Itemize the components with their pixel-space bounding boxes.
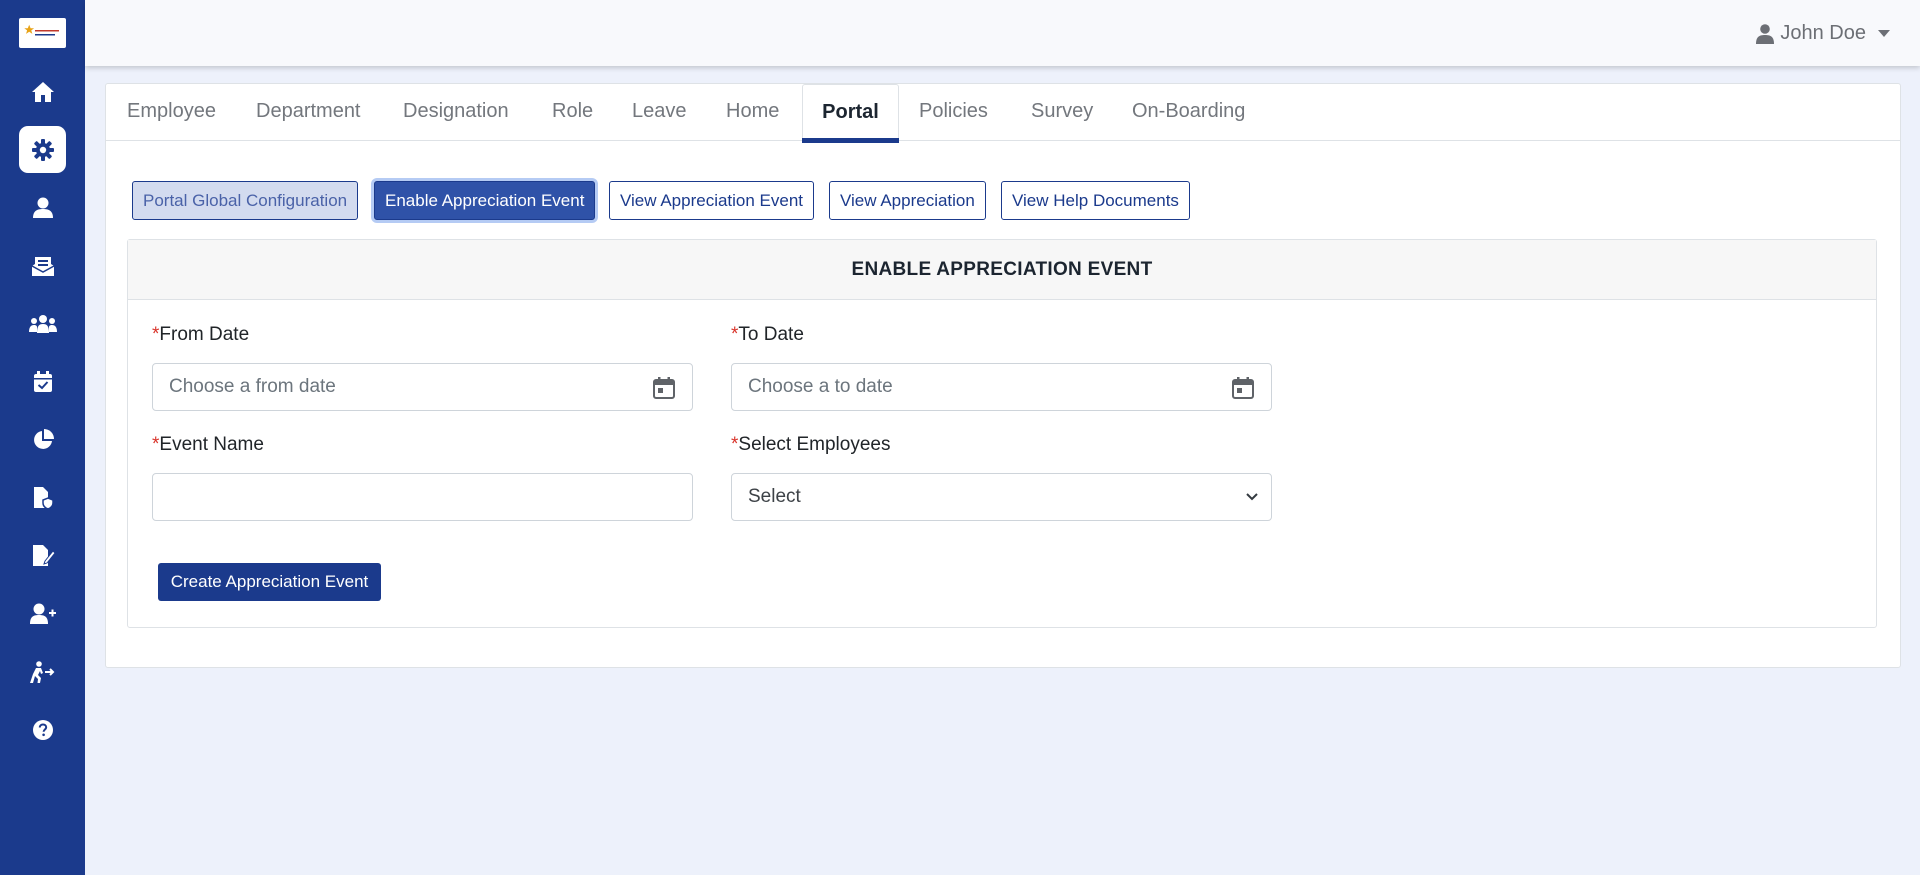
users-group-icon: [28, 314, 57, 333]
tab-designation[interactable]: Designation: [403, 84, 509, 141]
tab-employee[interactable]: Employee: [127, 84, 216, 141]
sidebar-item-reports[interactable]: [19, 416, 66, 463]
sidebar-item-teams[interactable]: [19, 300, 66, 347]
select-employees-dropdown[interactable]: Select: [731, 473, 1272, 521]
to-date-label: *To Date: [731, 324, 804, 345]
tab-survey[interactable]: Survey: [1031, 84, 1093, 141]
calendar-icon[interactable]: [652, 376, 676, 400]
tab-policies[interactable]: Policies: [919, 84, 988, 141]
to-date-input[interactable]: Choose a to date: [731, 363, 1272, 411]
file-signature-icon: [32, 544, 55, 566]
to-date-placeholder: Choose a to date: [748, 376, 893, 397]
tab-department[interactable]: Department: [256, 84, 361, 141]
create-appreciation-event-button[interactable]: Create Appreciation Event: [158, 563, 381, 601]
view-help-documents-button[interactable]: View Help Documents: [1001, 181, 1190, 220]
sidebar-item-onboarding[interactable]: [19, 590, 66, 637]
chevron-down-icon: [1246, 493, 1258, 501]
sidebar-item-exit[interactable]: [19, 648, 66, 695]
view-appreciation-event-button[interactable]: View Appreciation Event: [609, 181, 815, 220]
from-date-placeholder: Choose a from date: [169, 376, 336, 397]
gear-icon: [31, 138, 54, 161]
select-employees-value: Select: [748, 486, 801, 507]
sidebar-item-home[interactable]: [19, 68, 66, 115]
file-shield-icon: [33, 486, 54, 509]
enable-appreciation-form: ENABLE APPRECIATION EVENT *From Date Cho…: [127, 239, 1877, 628]
inbox-icon: [31, 256, 54, 276]
event-name-label: *Event Name: [152, 434, 264, 455]
portal-global-configuration-button[interactable]: Portal Global Configuration: [132, 181, 359, 220]
tab-on-boarding[interactable]: On-Boarding: [1132, 84, 1245, 141]
enable-appreciation-event-button[interactable]: Enable Appreciation Event: [374, 181, 596, 220]
user-plus-icon: [29, 603, 56, 624]
user-menu[interactable]: John Doe: [1756, 22, 1890, 45]
event-name-input[interactable]: [152, 473, 693, 521]
from-date-label: *From Date: [152, 324, 250, 345]
sidebar-item-policies[interactable]: [19, 474, 66, 521]
form-title: ENABLE APPRECIATION EVENT: [128, 240, 1876, 300]
person-exit-icon: [29, 660, 54, 683]
tab-leave[interactable]: Leave: [632, 84, 687, 141]
top-bar: John Doe: [85, 0, 1920, 66]
sidebar-item-attendance[interactable]: [19, 358, 66, 405]
tab-portal[interactable]: Portal: [802, 84, 899, 143]
company-logo[interactable]: [19, 18, 66, 48]
calendar-check-icon: [33, 370, 52, 392]
sidebar-item-help[interactable]: [19, 706, 66, 753]
select-employees-label: *Select Employees: [731, 434, 891, 455]
chevron-down-icon: [1878, 30, 1890, 37]
sidebar-item-profile[interactable]: [19, 184, 66, 231]
sidebar-item-documents[interactable]: [19, 532, 66, 579]
tab-home[interactable]: Home: [726, 84, 779, 141]
user-icon: [32, 197, 53, 218]
main-card: Employee Department Designation Role Lea…: [105, 83, 1901, 668]
sidebar-item-settings[interactable]: [19, 126, 66, 173]
user-icon: [1756, 23, 1775, 44]
user-name: John Doe: [1780, 22, 1866, 44]
help-icon: [32, 719, 53, 740]
from-date-input[interactable]: Choose a from date: [152, 363, 693, 411]
tab-bar: Employee Department Designation Role Lea…: [106, 84, 1900, 143]
sidebar-item-inbox[interactable]: [19, 242, 66, 289]
view-appreciation-button[interactable]: View Appreciation: [829, 181, 986, 220]
pie-chart-icon: [33, 428, 54, 449]
home-icon: [31, 81, 54, 102]
sidebar: [0, 0, 85, 875]
calendar-icon[interactable]: [1231, 376, 1255, 400]
tab-role[interactable]: Role: [552, 84, 593, 141]
